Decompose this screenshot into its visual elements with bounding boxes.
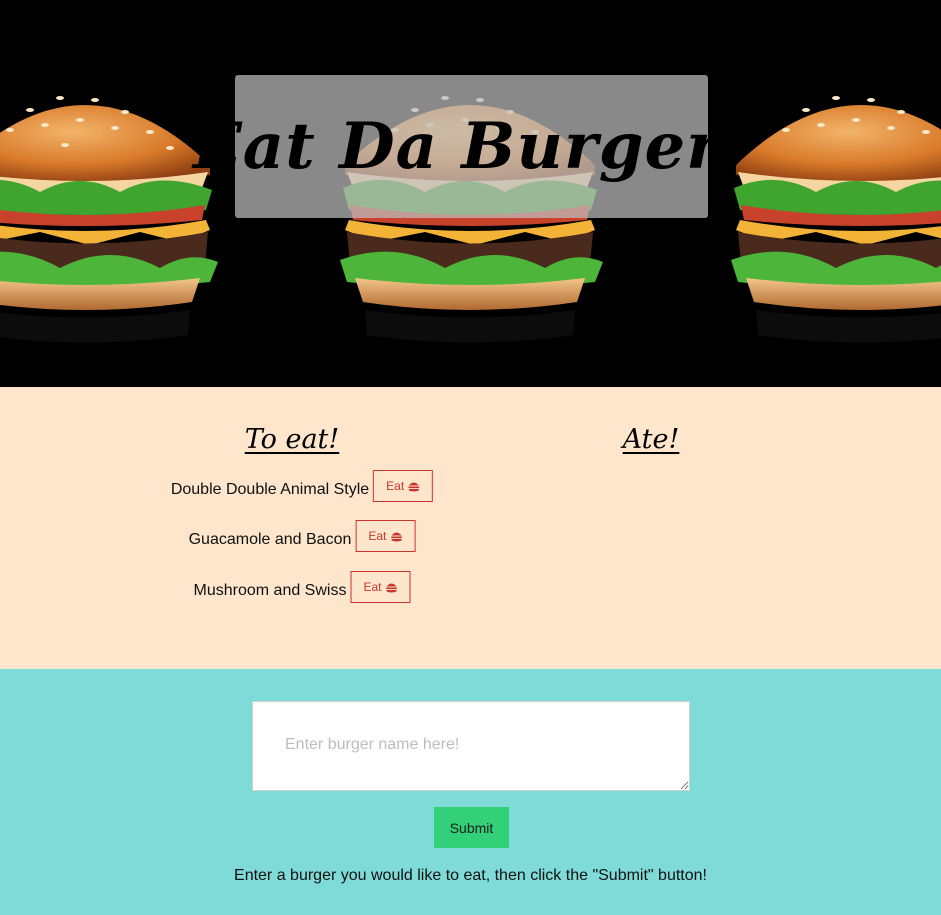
to-eat-heading: To eat! bbox=[244, 424, 340, 455]
hamburger-icon bbox=[390, 532, 402, 541]
list-item: Mushroom and Swiss Eat bbox=[194, 571, 411, 603]
add-burger-form: Submit Enter a burger you would like to … bbox=[0, 669, 941, 915]
eat-button[interactable]: Eat bbox=[355, 520, 416, 552]
eat-button-label: Eat bbox=[363, 580, 382, 594]
burger-lists: To eat! Ate! Double Double Animal Style … bbox=[0, 387, 941, 669]
hero-banner: Eat Da Burger! bbox=[0, 0, 941, 387]
burger-name-input[interactable] bbox=[252, 701, 690, 791]
list-item: Guacamole and Bacon Eat bbox=[189, 520, 416, 552]
submit-button[interactable]: Submit bbox=[434, 807, 509, 848]
burger-name: Mushroom and Swiss bbox=[193, 582, 347, 599]
eat-button[interactable]: Eat bbox=[350, 571, 411, 603]
page-title: Eat Da Burger! bbox=[193, 109, 750, 184]
hamburger-icon bbox=[408, 482, 420, 491]
burger-name: Guacamole and Bacon bbox=[188, 531, 352, 548]
eat-button-label: Eat bbox=[386, 479, 405, 493]
title-panel: Eat Da Burger! bbox=[193, 75, 749, 218]
list-item: Double Double Animal Style Eat bbox=[170, 470, 434, 502]
eat-button-label: Eat bbox=[368, 529, 387, 543]
eat-button[interactable]: Eat bbox=[373, 470, 434, 502]
hamburger-icon bbox=[385, 583, 397, 592]
ate-heading: Ate! bbox=[622, 424, 680, 455]
instructions-text: Enter a burger you would like to eat, th… bbox=[234, 867, 707, 884]
burger-name: Double Double Animal Style bbox=[170, 481, 370, 498]
